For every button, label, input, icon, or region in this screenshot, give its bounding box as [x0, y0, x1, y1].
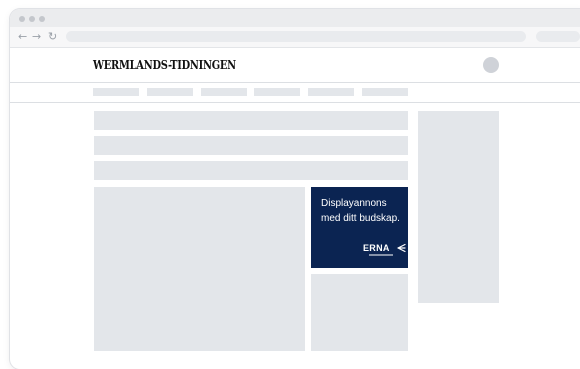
browser-window: ← → ↻ WERMLANDS-TIDNINGEN Displayannons … [10, 9, 580, 369]
user-avatar-icon[interactable] [483, 57, 499, 73]
ad-text: Displayannons med ditt budskap. [321, 198, 400, 224]
nav-item-2[interactable] [147, 88, 193, 96]
browser-extensions-area[interactable] [536, 31, 580, 42]
nav-item-4[interactable] [254, 88, 300, 96]
window-maximize-dot[interactable] [39, 16, 45, 22]
nav-item-5[interactable] [308, 88, 354, 96]
forward-arrow-icon[interactable]: → [32, 30, 41, 43]
reload-icon[interactable]: ↻ [48, 30, 57, 43]
content-block-1 [94, 111, 408, 130]
nav-item-3[interactable] [201, 88, 247, 96]
address-bar[interactable] [66, 31, 526, 42]
display-ad[interactable]: Displayannons med ditt budskap. ERNA [311, 187, 408, 268]
back-arrow-icon[interactable]: ← [18, 30, 27, 43]
secondary-article-placeholder [311, 274, 408, 351]
site-header: WERMLANDS-TIDNINGEN [10, 48, 580, 83]
browser-titlebar [10, 9, 580, 27]
window-close-dot[interactable] [19, 16, 25, 22]
nav-item-1[interactable] [93, 88, 139, 96]
site-navigation [10, 83, 580, 103]
content-block-3 [94, 161, 408, 180]
window-minimize-dot[interactable] [29, 16, 35, 22]
ad-brand-name: ERNA [363, 243, 390, 253]
sidebar-placeholder [418, 111, 499, 303]
site-logo[interactable]: WERMLANDS-TIDNINGEN [93, 58, 236, 72]
ad-brand-tagline [369, 254, 393, 256]
brand-mark-icon [397, 243, 406, 253]
main-article-placeholder [94, 187, 305, 351]
browser-toolbar: ← → ↻ [10, 27, 580, 48]
content-block-2 [94, 136, 408, 155]
nav-item-6[interactable] [362, 88, 408, 96]
